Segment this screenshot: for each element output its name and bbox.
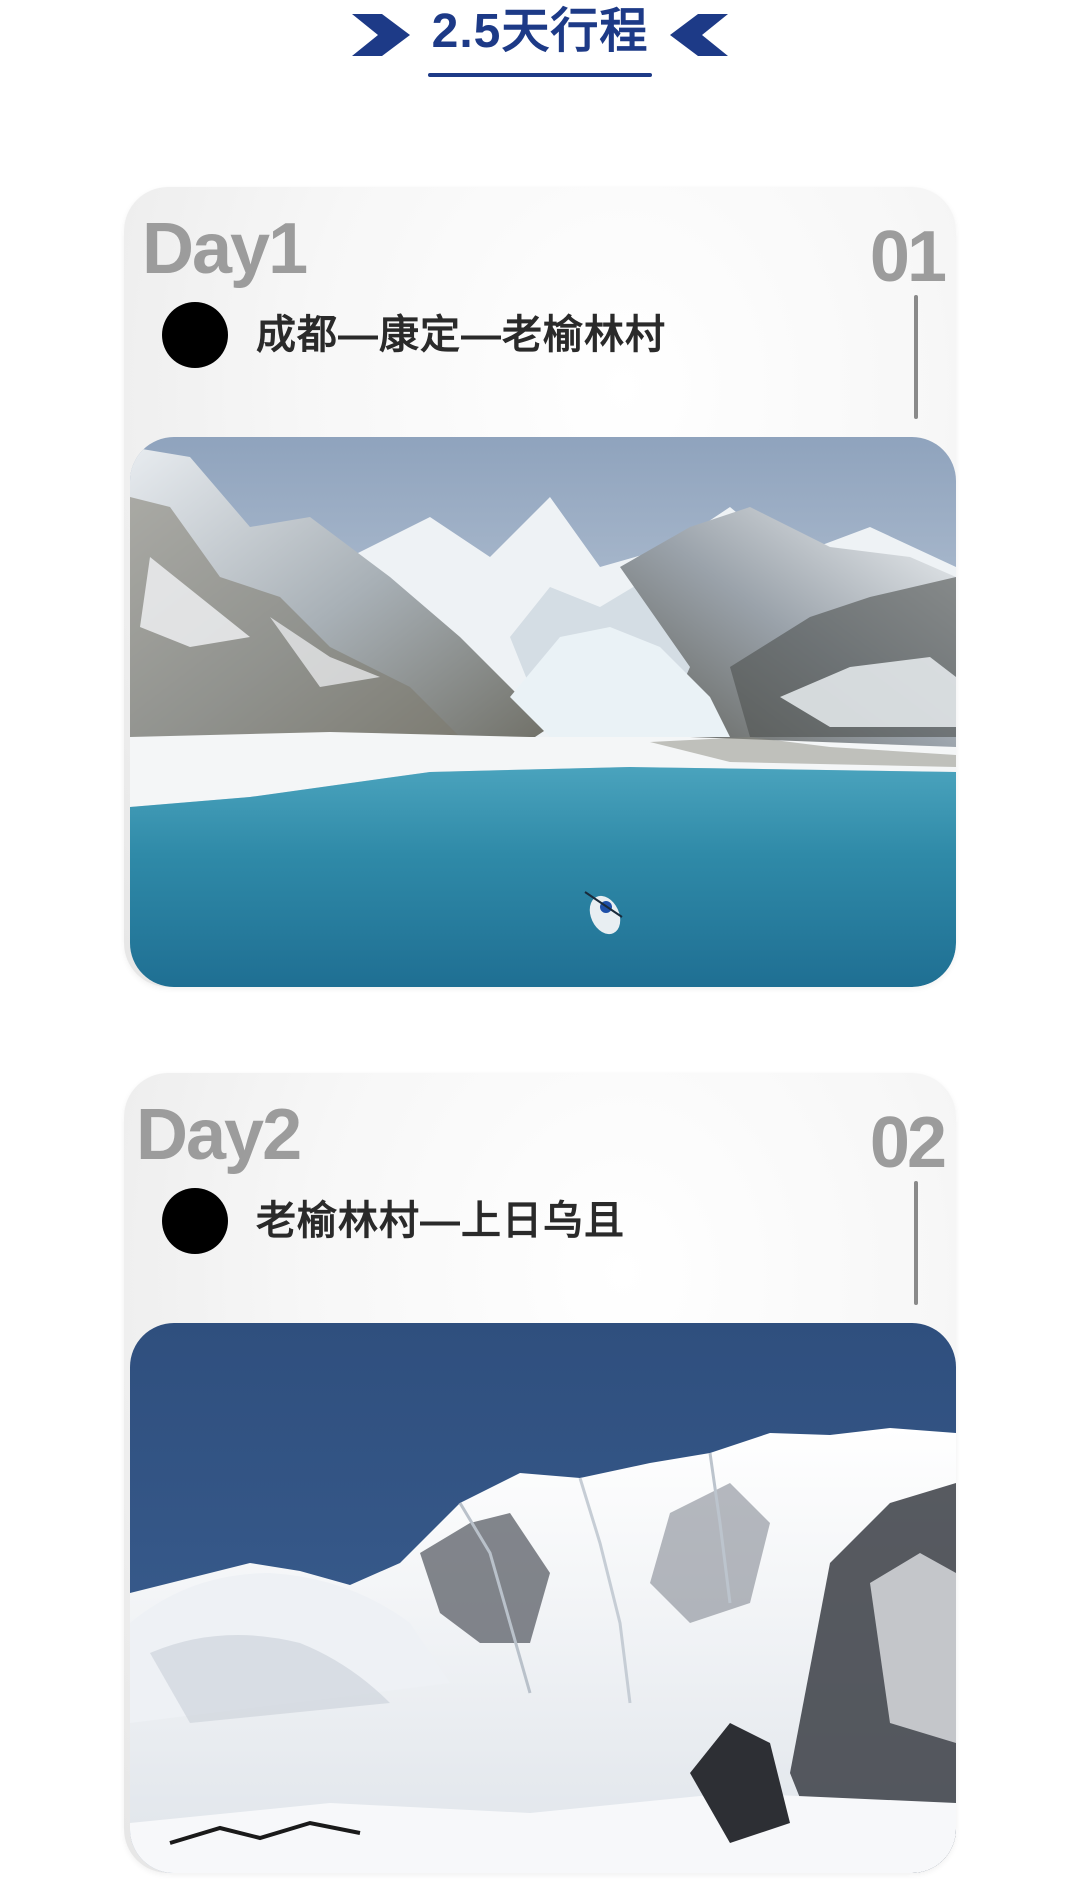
day-number: 02 [869,1103,947,1183]
day-card-1[interactable]: Day1 01 成都—康定—老榆林村 [124,187,956,987]
itinerary-page: 2.5天行程 Day1 01 成都—康定—老榆林村 Day2 02 老榆林村—上… [0,0,1080,1904]
glacier-lake-image [130,437,956,987]
page-title: 2.5天行程 [431,5,649,58]
bullet-dot-icon [162,1188,228,1254]
snow-mountain-photo[interactable] [130,1323,956,1873]
vertical-divider [914,295,918,419]
day-number: 01 [869,217,947,297]
glacier-lake-kayak-photo[interactable] [130,437,956,987]
bullet-dot-icon [162,302,228,368]
chevron-left-icon [670,14,728,56]
day-label: Day2 [136,1095,302,1175]
vertical-divider [914,1181,918,1305]
title-underline [428,73,652,77]
route-text: 成都—康定—老榆林村 [256,313,666,357]
snow-mountain-image [130,1323,956,1873]
day-label: Day1 [142,209,308,289]
route-text: 老榆林村—上日乌且 [256,1199,625,1243]
day-card-2[interactable]: Day2 02 老榆林村—上日乌且 [124,1073,956,1873]
itinerary-header: 2.5天行程 [0,0,1080,90]
